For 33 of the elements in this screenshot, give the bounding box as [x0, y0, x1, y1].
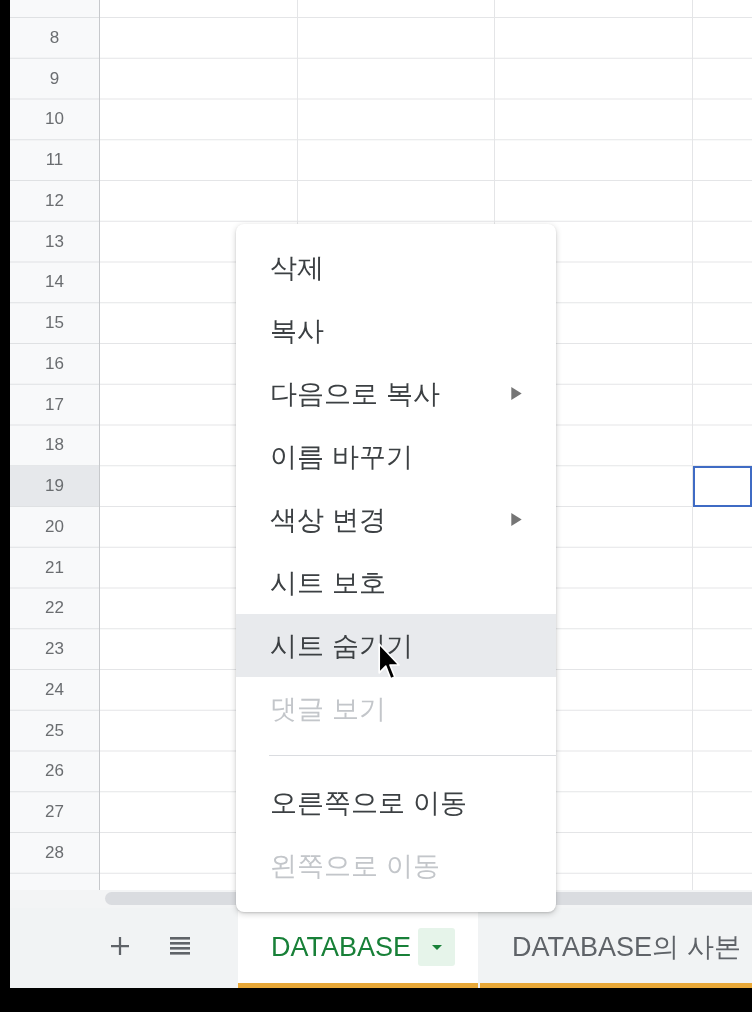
menu-item[interactable]: 오른쪽으로 이동: [236, 771, 556, 834]
menu-item[interactable]: 삭제: [236, 236, 556, 299]
caret-icon: [431, 944, 442, 950]
row-number[interactable]: 17: [10, 384, 99, 425]
sheet-tab[interactable]: DATABASE: [238, 911, 479, 988]
row-number[interactable]: 26: [10, 751, 99, 792]
row-number[interactable]: 16: [10, 344, 99, 384]
menu-item[interactable]: 색상 변경: [236, 488, 556, 551]
menu-item[interactable]: 다음으로 복사: [236, 362, 556, 425]
row-number[interactable]: 15: [10, 303, 99, 343]
row-number[interactable]: 14: [10, 262, 99, 303]
row-number[interactable]: 9: [10, 58, 99, 99]
row-number[interactable]: 24: [10, 670, 99, 710]
row-number[interactable]: 13: [10, 221, 99, 262]
row-number[interactable]: 21: [10, 547, 99, 588]
row-number[interactable]: 22: [10, 588, 99, 629]
row-number[interactable]: 11: [10, 140, 99, 180]
menu-item[interactable]: 복사: [236, 299, 556, 362]
row-number[interactable]: 20: [10, 507, 99, 547]
list-icon: [170, 937, 190, 955]
plus-icon: [111, 937, 129, 955]
row-number[interactable]: 12: [10, 181, 99, 221]
selected-cell[interactable]: [693, 466, 752, 507]
menu-item[interactable]: 이름 바꾸기: [236, 425, 556, 488]
row-number[interactable]: 19: [10, 466, 99, 506]
menu-item[interactable]: 시트 보호: [236, 551, 556, 614]
row-number[interactable]: 27: [10, 792, 99, 832]
row-number[interactable]: 28: [10, 833, 99, 873]
row-number[interactable]: 23: [10, 629, 99, 669]
row-number[interactable]: 10: [10, 99, 99, 140]
row-number[interactable]: 18: [10, 425, 99, 466]
row-number[interactable]: 25: [10, 710, 99, 751]
row-number[interactable]: 8: [10, 18, 99, 58]
